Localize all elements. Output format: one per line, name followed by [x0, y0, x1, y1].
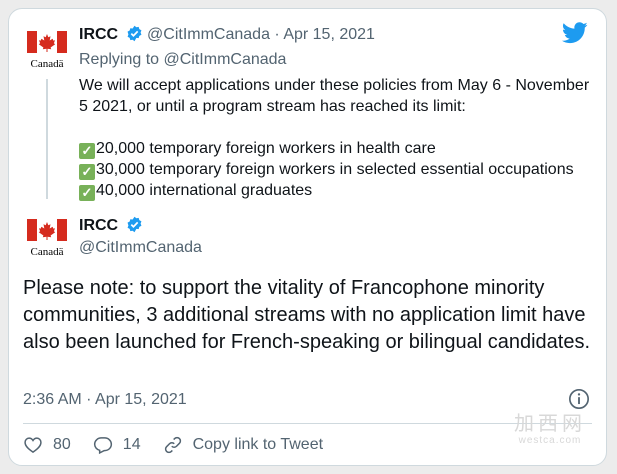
watermark: 加西网 westca.com [514, 413, 586, 447]
parent-handle[interactable]: @CitImmCanada [147, 26, 270, 43]
verified-badge-icon [127, 216, 142, 233]
reply-count: 14 [122, 436, 141, 453]
like-count: 80 [53, 436, 71, 453]
parent-date[interactable]: Apr 15, 2021 [283, 26, 375, 43]
main-tweet-text: Please note: to support the vitality of … [23, 277, 591, 353]
parent-author-name[interactable]: IRCC [79, 26, 118, 43]
canada-flag-icon [27, 219, 67, 241]
list-item: ✓ 20,000 temporary foreign workers in hea… [79, 138, 599, 159]
copy-link-label: Copy link to Tweet [192, 436, 324, 453]
action-bar: 80 14 Copy link to Tweet [23, 433, 345, 457]
divider [23, 423, 592, 424]
thread-line [46, 79, 48, 199]
check-mark-icon: ✓ [79, 143, 95, 159]
canada-wordmark: Canadä [30, 246, 64, 258]
reply-button[interactable]: 14 [93, 435, 141, 455]
check-mark-icon: ✓ [79, 185, 95, 201]
info-icon[interactable] [568, 388, 590, 410]
copy-link-button[interactable]: Copy link to Tweet [163, 435, 323, 455]
parent-separator: · [274, 26, 280, 43]
verified-badge-icon [127, 25, 142, 42]
replying-to-link[interactable]: Replying to @CitImmCanada [79, 50, 286, 70]
reply-bubble-icon [93, 437, 112, 455]
tweet-timestamp[interactable]: 2:36 AM · Apr 15, 2021 [23, 390, 187, 410]
canada-flag-icon [27, 31, 67, 53]
watermark-main: 加西网 [514, 413, 586, 435]
main-author-name[interactable]: IRCC [79, 216, 143, 236]
link-icon [164, 436, 181, 454]
parent-intro-text: We will accept applications under these … [79, 77, 590, 115]
tweet-card: Canadä IRCC @CitImmCanada · Apr 15, 2021… [8, 8, 607, 466]
like-button[interactable]: 80 [23, 435, 71, 455]
watermark-sub: westca.com [518, 435, 582, 446]
main-avatar[interactable]: Canadä [27, 219, 67, 259]
main-handle[interactable]: @CitImmCanada [79, 238, 202, 258]
twitter-bird-icon[interactable] [562, 22, 588, 44]
parent-header: IRCC @CitImmCanada · Apr 15, 2021 [79, 25, 375, 45]
list-item: ✓ 30,000 temporary foreign workers in sel… [79, 159, 599, 180]
parent-tweet-text: We will accept applications under these … [79, 75, 599, 201]
canada-wordmark: Canadä [30, 58, 64, 70]
check-mark-icon: ✓ [79, 164, 95, 180]
heart-icon [24, 437, 42, 453]
list-item: ✓ 40,000 international graduates [79, 180, 599, 201]
parent-avatar[interactable]: Canadä [27, 31, 67, 71]
